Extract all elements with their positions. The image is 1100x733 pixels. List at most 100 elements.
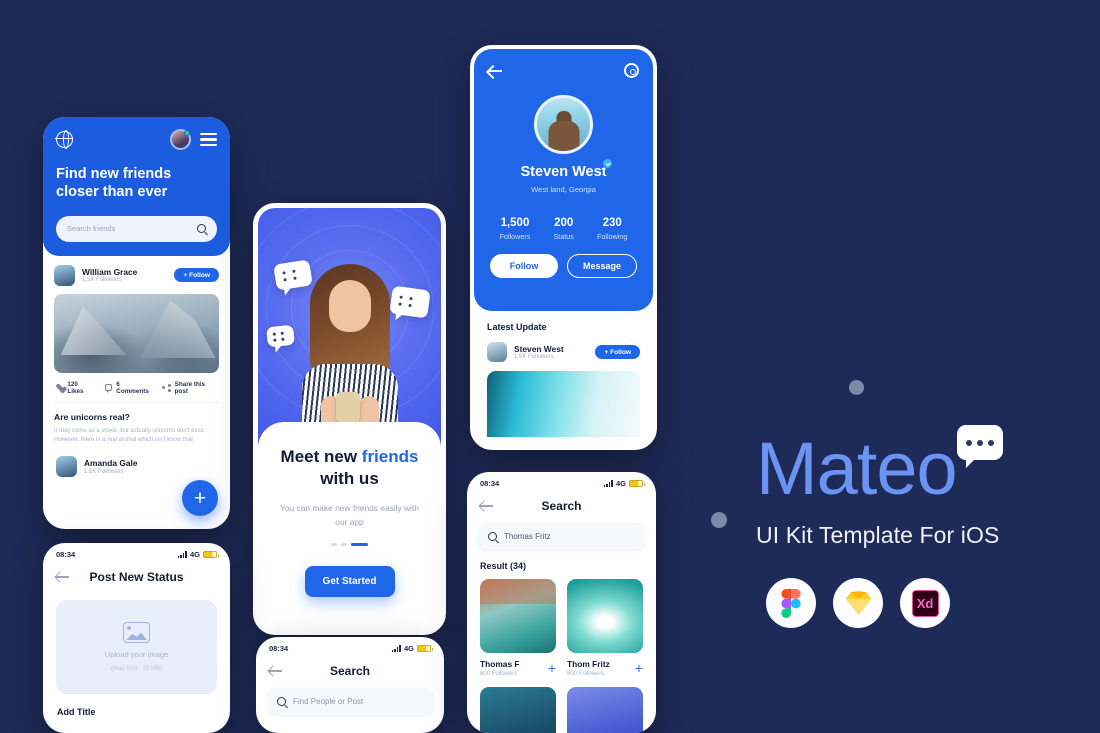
result-followers: 800 Followers (567, 671, 605, 677)
share-action[interactable]: Share this post (162, 381, 217, 395)
update-image (487, 371, 640, 437)
network-label: 4G (615, 479, 626, 488)
get-started-button[interactable]: Get Started (304, 565, 395, 597)
search-input[interactable]: Thomas Fritz (478, 523, 645, 550)
pagination-dots[interactable] (278, 542, 421, 546)
page-title: Search (329, 664, 371, 678)
gear-icon[interactable] (624, 63, 639, 78)
article-body: It may come as a shock, but actually uni… (54, 427, 206, 444)
xd-glyph: Xd (911, 589, 939, 617)
message-button[interactable]: Message (567, 254, 637, 278)
result-image (567, 579, 643, 653)
onboarding-sheet: Meet new friends with us You can make ne… (258, 422, 441, 630)
update-author-block: Steven West 1.5K Followers (514, 344, 564, 361)
feed-headline: Find new friends closer than ever (56, 165, 217, 202)
pagination-dot[interactable] (331, 542, 337, 546)
post-followers: 1.5K Followers (84, 468, 124, 475)
result-info: Thom Fritz 800 Followers + (567, 659, 643, 677)
page-title: Search (541, 499, 582, 513)
avatar[interactable] (170, 129, 191, 150)
phone-mockup-profile: Steven West West land, Georgia 1,500 Fol… (470, 45, 657, 450)
globe-icon[interactable] (55, 130, 73, 150)
add-friend-button[interactable]: + (548, 661, 556, 675)
result-card[interactable]: Thomas F 800 Followers + (480, 579, 556, 677)
onboarding-heading: Meet new friends with us (278, 446, 421, 490)
brand-title: Mateo (756, 427, 958, 510)
feed-hero: Find new friends closer than ever Search… (43, 117, 230, 256)
phone-mockup-onboarding: Meet new friends with us You can make ne… (253, 203, 446, 635)
share-icon (162, 383, 172, 392)
post-actions: 120 Likes 6 Comments Share this post (54, 373, 219, 403)
brand-subtitle: UI Kit Template For iOS (756, 522, 1000, 548)
post-followers: 1.5K Followers (82, 277, 122, 284)
brand-block: Mateo UI Kit Template For iOS (756, 432, 1056, 549)
latest-update-section: Latest Update Steven West 1.5K Followers… (474, 311, 653, 437)
battery-icon (417, 645, 433, 652)
add-title-label: Add Title (57, 707, 96, 717)
pagination-dot-active[interactable] (351, 542, 368, 546)
share-label: Share this post (174, 380, 206, 395)
pagination-dot[interactable] (341, 542, 347, 546)
update-followers: 1.5K Followers (514, 354, 554, 361)
back-icon[interactable] (488, 65, 503, 77)
status-bar-indicators: 4G (391, 644, 433, 653)
result-image[interactable] (567, 687, 643, 733)
signal-icon (603, 480, 613, 487)
search-input[interactable]: Search friends (56, 215, 217, 242)
avatar (534, 95, 593, 154)
search-placeholder: Find People or Post (293, 697, 364, 706)
back-icon[interactable] (480, 500, 494, 512)
search-query: Thomas Fritz (504, 532, 551, 541)
xd-icon: Xd (900, 578, 950, 628)
navbar: Post New Status (43, 561, 230, 590)
profile-location: West land, Georgia (531, 185, 596, 194)
figma-icon (766, 578, 816, 628)
decorative-dot (711, 512, 727, 528)
phone-mockup-search-empty: 08:34 4G Search Find People or Post (256, 637, 444, 733)
heading-highlight: friends (361, 447, 419, 466)
stat-label: Following (597, 232, 628, 241)
likes-count: 120 Likes (67, 380, 84, 395)
upload-image-dropzone[interactable]: Upload your image (Max Size : 20 MB) (56, 600, 217, 694)
phone-mockup-search-results: 08:34 4G Search Thomas Fritz Result (34)… (467, 472, 656, 733)
avatar (54, 264, 75, 286)
comment-icon (104, 384, 113, 393)
profile-name-row: Steven West (488, 158, 639, 180)
post-header: William Grace 1.5K Followers + Follow (54, 264, 219, 286)
result-count-label: Result (34) (480, 561, 527, 571)
phone-mockup-post-status: 08:34 4G Post New Status Upload your ima… (43, 543, 230, 733)
follow-button[interactable]: + Follow (595, 345, 640, 359)
result-info: Thomas F 800 Followers + (480, 659, 556, 677)
chat-bubble-icon (266, 324, 295, 348)
heading-part-1: Meet new (280, 447, 362, 466)
search-icon (197, 224, 206, 234)
poster-canvas: Find new friends closer than ever Search… (0, 0, 1100, 733)
figma-glyph (781, 588, 801, 618)
hamburger-menu-icon[interactable] (200, 133, 217, 146)
network-label: 4G (403, 644, 414, 653)
status-bar: 08:34 4G (256, 637, 444, 655)
comments-action[interactable]: 6 Comments (104, 381, 152, 395)
profile-header: Steven West West land, Georgia 1,500 Fol… (474, 49, 653, 311)
add-friend-button[interactable]: + (635, 661, 643, 675)
avatar (56, 455, 77, 477)
illustration-person (294, 246, 406, 448)
result-image[interactable] (480, 687, 556, 733)
likes-action[interactable]: 120 Likes (56, 381, 94, 395)
back-icon[interactable] (56, 571, 70, 583)
follow-button[interactable]: Follow (490, 254, 558, 278)
feed-topbar-right (170, 129, 217, 150)
follow-button[interactable]: + Follow (174, 268, 219, 283)
result-image (480, 579, 556, 653)
article-title: Are unicorns real? (54, 411, 130, 422)
result-followers: 800 Followers (480, 671, 518, 677)
add-post-button[interactable]: + (182, 480, 218, 516)
search-input[interactable]: Find People or Post (267, 688, 433, 715)
profile-navbar (488, 63, 639, 78)
search-placeholder: Search friends (67, 224, 116, 234)
post-author: Amanda Gale (84, 458, 138, 468)
signal-icon (177, 551, 187, 558)
result-card[interactable]: Thom Fritz 800 Followers + (567, 579, 643, 677)
back-icon[interactable] (269, 665, 283, 677)
signal-icon (391, 645, 401, 652)
